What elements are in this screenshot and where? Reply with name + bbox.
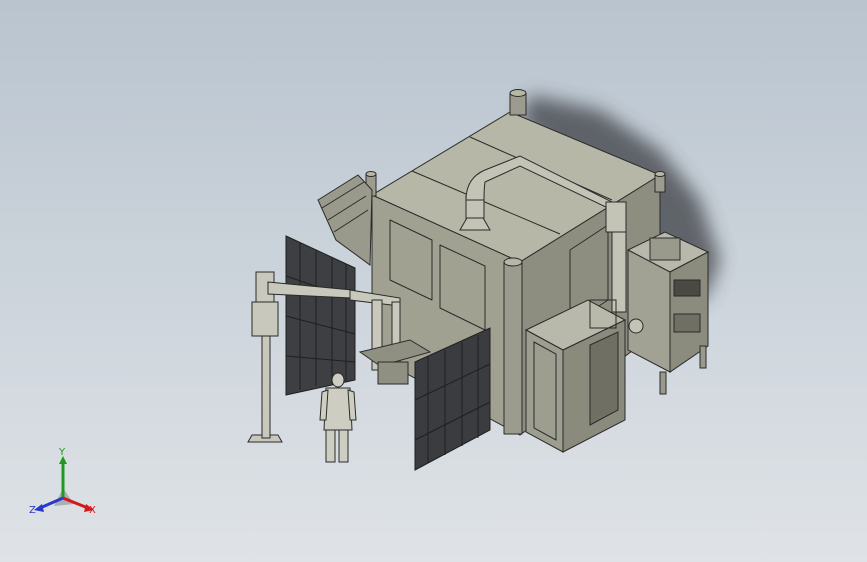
dust-collector[interactable] [626, 231, 710, 395]
safety-fence-left[interactable] [285, 235, 356, 396]
triad-y-label: Y [59, 447, 66, 458]
triad-x-label: X [89, 505, 96, 516]
cad-model-assembly[interactable] [0, 0, 867, 562]
triad-z-label: Z [29, 505, 36, 516]
coordinate-triad[interactable]: Y X Z [26, 448, 106, 526]
graphics-viewport[interactable]: Y X Z [0, 0, 867, 562]
feed-conveyor[interactable] [317, 174, 373, 266]
control-cabinet[interactable] [524, 299, 627, 453]
